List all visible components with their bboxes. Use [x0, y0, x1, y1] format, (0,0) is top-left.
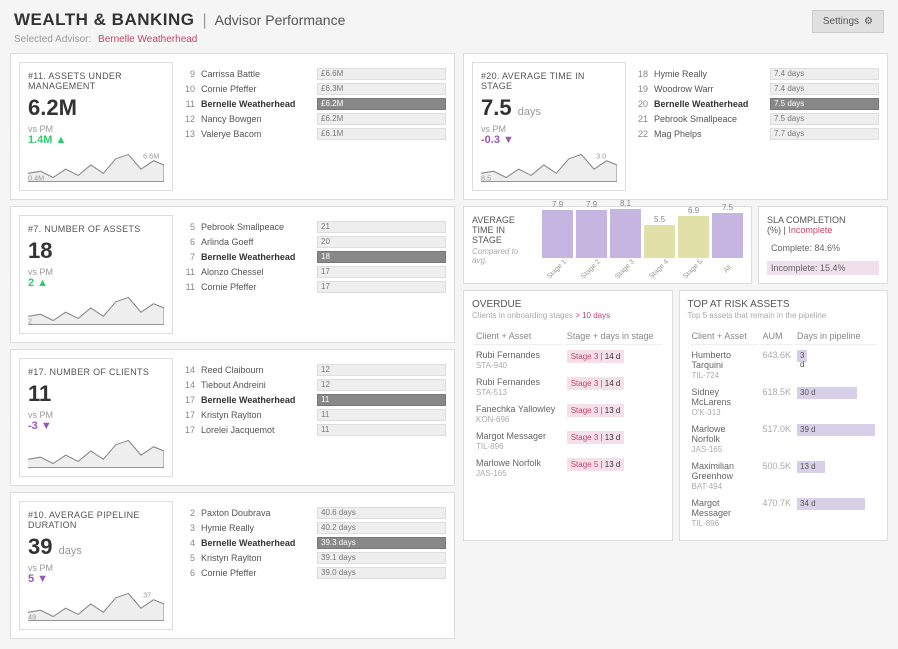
title-separator: |	[203, 12, 207, 30]
rank-row: 11Alonzo Chessel17	[179, 264, 446, 279]
stage-bar: 6.9Stage 5	[678, 206, 709, 273]
gear-icon: ⚙	[864, 16, 873, 27]
svg-text:6.6M: 6.6M	[143, 152, 159, 161]
kpi-metric: #20. AVERAGE TIME IN STAGE 7.5 days vs P…	[472, 62, 626, 191]
rank-row: 11Cornie Pfeffer17	[179, 279, 446, 294]
rank-row: 10Cornie Pfeffer£6.3M	[179, 81, 446, 96]
table-row: Maximilian GreenhowBAT-494500.5K13 d	[690, 458, 878, 493]
sla-complete: Complete: 84.6%	[767, 241, 879, 255]
rank-row: 11Bernelle Weatherhead£6.2M	[179, 96, 446, 111]
svg-text:37: 37	[143, 591, 151, 600]
rank-row: 13Valerye Bacom£6.1M	[179, 126, 446, 141]
svg-text:2: 2	[28, 317, 32, 325]
selected-advisor[interactable]: Bernelle Weatherhead	[98, 34, 197, 45]
kpi-metric: #10. AVERAGE PIPELINE DURATION 39 days v…	[19, 501, 173, 630]
table-row: Margot MessagerTIL-896Stage 3 | 13 d	[474, 428, 662, 453]
days-bar: 3 d	[797, 350, 807, 362]
rank-row: 2Paxton Doubrava40.6 days	[179, 505, 446, 520]
rank-row: 6Arlinda Goeff20	[179, 234, 446, 249]
sla-card: SLA COMPLETION(%) | Incomplete Complete:…	[758, 206, 888, 284]
rank-row: 9Carrissa Battle£6.6M	[179, 66, 446, 81]
stage-pill: Stage 3 | 13 d	[567, 404, 625, 417]
page-subtitle: Advisor Performance	[215, 12, 346, 28]
stage-bar: 8.1Stage 3	[610, 199, 641, 273]
kpi-metric: #7. NUMBER OF ASSETS 18 vs PM 2 ▲ 2	[19, 215, 173, 334]
days-bar: 30 d	[797, 387, 857, 399]
rank-row: 14Reed Claibourn12	[179, 362, 446, 377]
rank-row: 17Kristyn Raylton11	[179, 407, 446, 422]
kpi-title: #17. NUMBER OF CLIENTS	[28, 367, 164, 377]
rank-row: 21Pebrook Smallpeace7.5 days	[632, 111, 879, 126]
days-bar: 13 d	[797, 461, 825, 473]
kpi-title: #7. NUMBER OF ASSETS	[28, 224, 164, 234]
table-row: Rubi FernandesSTA-940Stage 3 | 14 d	[474, 347, 662, 372]
rank-row: 4Bernelle Weatherhead39.3 days	[179, 535, 446, 550]
rank-row: 14Tiebout Andreini12	[179, 377, 446, 392]
svg-text:3.0: 3.0	[596, 152, 606, 161]
sparkline-chart: 0.4M 6.6M	[28, 150, 164, 182]
kpi-title: #11. ASSETS UNDER MANAGEMENT	[28, 71, 164, 91]
kpi-card: #17. NUMBER OF CLIENTS 11 vs PM -3 ▼ 14R…	[10, 349, 455, 486]
rank-list: 9Carrissa Battle£6.6M10Cornie Pfeffer£6.…	[179, 62, 446, 191]
rank-row: 6Cornie Pfeffer39.0 days	[179, 565, 446, 580]
kpi-title: #20. AVERAGE TIME IN STAGE	[481, 71, 617, 91]
table-row: Marlowe NorfolkJAS-165517.0K39 d	[690, 421, 878, 456]
rank-row: 7Bernelle Weatherhead18	[179, 249, 446, 264]
rank-row: 5Pebrook Smallpeace21	[179, 219, 446, 234]
rank-row: 20Bernelle Weatherhead7.5 days	[632, 96, 879, 111]
sla-incomplete: Incomplete: 15.4%	[767, 261, 879, 275]
rank-list: 18Hymie Really7.4 days19Woodrow Warr7.4 …	[632, 62, 879, 191]
stage-pill: Stage 5 | 13 d	[567, 458, 625, 471]
table-row: Rubi FernandesSTA-513Stage 3 | 14 d	[474, 374, 662, 399]
days-bar: 39 d	[797, 424, 875, 436]
stage-bar: 7.9Stage 2	[576, 200, 607, 273]
rank-row: 3Hymie Really40.2 days	[179, 520, 446, 535]
table-row: Fanechka YallowleyKON-696Stage 3 | 13 d	[474, 401, 662, 426]
kpi-metric: #11. ASSETS UNDER MANAGEMENT 6.2M vs PM …	[19, 62, 173, 191]
svg-text:49: 49	[28, 613, 36, 621]
kpi-card: #10. AVERAGE PIPELINE DURATION 39 days v…	[10, 492, 455, 639]
rank-row: 18Hymie Really7.4 days	[632, 66, 879, 81]
rank-list: 2Paxton Doubrava40.6 days3Hymie Really40…	[179, 501, 446, 630]
page-title: WEALTH & BANKING	[14, 10, 195, 30]
settings-button[interactable]: Settings ⚙	[812, 10, 884, 33]
sparkline-chart	[28, 436, 164, 468]
header: WEALTH & BANKING | Advisor Performance S…	[0, 0, 898, 53]
stage-pill: Stage 3 | 14 d	[567, 377, 625, 390]
rank-list: 5Pebrook Smallpeace216Arlinda Goeff207Be…	[179, 215, 446, 334]
overdue-card: OVERDUE Clients in onboarding stages > 1…	[463, 290, 673, 541]
rank-row: 19Woodrow Warr7.4 days	[632, 81, 879, 96]
kpi-card: #20. AVERAGE TIME IN STAGE 7.5 days vs P…	[463, 53, 888, 200]
rank-row: 17Lorelei Jacquemot11	[179, 422, 446, 437]
svg-text:8.5: 8.5	[481, 174, 491, 182]
rank-row: 5Kristyn Raylton39.1 days	[179, 550, 446, 565]
kpi-card: #11. ASSETS UNDER MANAGEMENT 6.2M vs PM …	[10, 53, 455, 200]
kpi-title: #10. AVERAGE PIPELINE DURATION	[28, 510, 164, 530]
rank-row: 22Mag Phelps7.7 days	[632, 126, 879, 141]
stage-bar: 7.9Stage 1	[542, 200, 573, 273]
table-row: Marlowe NorfolkJAS-165Stage 5 | 13 d	[474, 455, 662, 480]
sparkline-chart: 2	[28, 293, 164, 325]
svg-text:0.4M: 0.4M	[28, 174, 44, 182]
sparkline-chart: 8.5 3.0	[481, 150, 617, 182]
stage-pill: Stage 3 | 14 d	[567, 350, 625, 363]
kpi-card: #7. NUMBER OF ASSETS 18 vs PM 2 ▲ 2 5Peb…	[10, 206, 455, 343]
kpi-metric: #17. NUMBER OF CLIENTS 11 vs PM -3 ▼	[19, 358, 173, 477]
table-row: Humberto TarquiniTIL-724643.6K3 d	[690, 347, 878, 382]
stage-pill: Stage 3 | 13 d	[567, 431, 625, 444]
risk-card: TOP AT RISK ASSETS Top 5 assets that rem…	[679, 290, 889, 541]
days-bar: 34 d	[797, 498, 865, 510]
table-row: Sidney McLarensO'K-313618.5K30 d	[690, 384, 878, 419]
stage-bar: 7.5All	[712, 203, 743, 273]
rank-row: 12Nancy Bowgen£6.2M	[179, 111, 446, 126]
rank-row: 17Bernelle Weatherhead11	[179, 392, 446, 407]
sparkline-chart: 49 37	[28, 589, 164, 621]
stage-bar: 5.5Stage 4	[644, 215, 675, 273]
avg-time-stage-card: AVERAGE TIME IN STAGE Compared to avg. 7…	[463, 206, 752, 284]
selected-label: Selected Advisor:	[14, 34, 91, 45]
rank-list: 14Reed Claibourn1214Tiebout Andreini1217…	[179, 358, 446, 477]
table-row: Margot MessagerTIL-896470.7K34 d	[690, 495, 878, 530]
